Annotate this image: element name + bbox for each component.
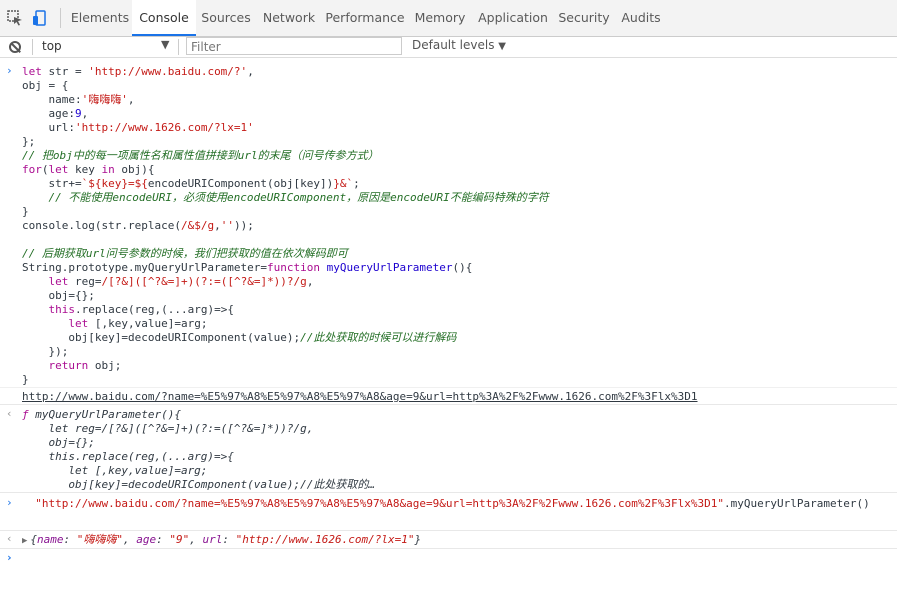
code-line: obj={};: [22, 436, 95, 449]
code-line: // 把obj中的每一项属性名和属性值拼接到url的末尾（问号传参方式）: [22, 149, 379, 162]
code-line: for(let key in obj){: [22, 163, 155, 176]
tab-memory[interactable]: Memory: [410, 0, 470, 36]
prop-value: "9": [169, 533, 190, 546]
function-result-preview[interactable]: ƒ myQueryUrlParameter(){ let reg=/[?&]([…: [22, 408, 897, 492]
context-dropdown-icon[interactable]: ▼: [161, 38, 169, 51]
filter-input[interactable]: Filter: [186, 37, 402, 55]
code-line: let str = 'http://www.baidu.com/?',: [22, 65, 254, 78]
filter-separator: [178, 39, 179, 55]
result-prompt-icon: ‹: [6, 532, 13, 545]
code-line: }: [22, 373, 29, 386]
log-levels-dropdown[interactable]: Default levels ▼: [412, 38, 506, 52]
console-messages: › let str = 'http://www.baidu.com/?', ob…: [0, 58, 897, 569]
tab-console[interactable]: Console: [132, 0, 196, 36]
prop-value: "嗨嗨嗨": [76, 533, 124, 546]
object-result-preview[interactable]: ▶ {name: "嗨嗨嗨", age: "9", url: "http://ww…: [22, 533, 897, 548]
code-line: this.replace(reg,(...arg)=>{: [22, 450, 234, 463]
tab-network[interactable]: Network: [259, 0, 319, 36]
console-log-entry: http://www.baidu.com/?name=%E5%97%A8%E5%…: [0, 388, 897, 405]
code-line: // 不能使用encodeURI，必须使用encodeURIComponent，…: [22, 191, 549, 204]
console-input-code: "http://www.baidu.com/?name=%E5%97%A8%E5…: [22, 497, 897, 511]
code-line: obj={};: [22, 289, 95, 302]
prop-key: url: [202, 533, 223, 546]
context-selector[interactable]: top: [42, 39, 62, 53]
code-line: console.log(str.replace(/&$/g,''));: [22, 219, 254, 232]
log-url-text[interactable]: http://www.baidu.com/?name=%E5%97%A8%E5%…: [22, 390, 698, 403]
code-line: let [,key,value]=arg;: [68, 317, 208, 330]
devtools-toolbar: Elements Console Sources Network Perform…: [0, 0, 897, 37]
tab-application[interactable]: Application: [474, 0, 552, 36]
code-line: obj[key]=decodeURIComponent(value);//此处获…: [22, 331, 457, 344]
input-prompt-icon: ›: [6, 64, 13, 77]
console-result-entry[interactable]: ‹ ▶ {name: "嗨嗨嗨", age: "9", url: "http://…: [0, 531, 897, 549]
code-line: str+=`${key}=${encodeURIComponent(obj[ke…: [22, 177, 360, 190]
input-prompt-icon: ›: [6, 496, 13, 509]
console-input-code: let str = 'http://www.baidu.com/?', obj …: [22, 65, 897, 387]
code-line: let [,key,value]=arg;: [22, 464, 208, 477]
result-prompt-icon: ‹: [6, 407, 13, 420]
code-line: obj[key]=decodeURIComponent(value);//此处获…: [22, 478, 376, 491]
code-line: let reg=/[?&]([^?&=]+)(?:=([^?&=]*))?/g,: [48, 275, 314, 288]
prompt-caret-icon: ›: [6, 551, 13, 564]
expand-triangle-icon[interactable]: ▶: [22, 534, 27, 548]
code-line: String.prototype.myQueryUrlParameter=fun…: [22, 261, 473, 274]
code-line: ƒ myQueryUrlParameter(){: [22, 408, 181, 421]
console-result-entry[interactable]: ‹ ƒ myQueryUrlParameter(){ let reg=/[?&]…: [0, 405, 897, 493]
code-line: let reg=/[?&]([^?&=]+)(?:=([^?&=]*))?/g,: [22, 422, 314, 435]
tab-sources[interactable]: Sources: [196, 0, 256, 36]
method-call: .myQueryUrlParameter(): [724, 497, 870, 510]
code-line: url:'http://www.1626.com/?lx=1': [22, 121, 254, 134]
log-levels-label: Default levels: [412, 38, 495, 52]
url-string-literal: "http://www.baidu.com/?name=%E5%97%A8%E5…: [35, 497, 724, 510]
inspect-element-icon[interactable]: [7, 10, 23, 26]
tab-audits[interactable]: Audits: [617, 0, 665, 36]
code-line: return obj;: [48, 359, 122, 372]
prop-key: age: [136, 533, 157, 546]
console-prompt[interactable]: ›: [0, 549, 897, 569]
code-line: }: [22, 205, 29, 218]
brace: }: [414, 533, 422, 546]
tab-security[interactable]: Security: [556, 0, 612, 36]
toolbar-separator: [60, 8, 61, 28]
code-line: };: [22, 135, 36, 148]
filter-separator: [32, 39, 33, 55]
device-toolbar-icon[interactable]: [32, 10, 48, 26]
console-filter-bar: top ▼ Filter Default levels ▼: [0, 37, 897, 58]
console-input-entry[interactable]: › let str = 'http://www.baidu.com/?', ob…: [0, 58, 897, 388]
code-line: obj = {: [22, 79, 69, 92]
code-line: // 后期获取url问号参数的时候，我们把获取的值在依次解码即可: [22, 247, 348, 260]
console-input-entry[interactable]: › "http://www.baidu.com/?name=%E5%97%A8%…: [0, 493, 897, 531]
code-line: name:'嗨嗨嗨',: [22, 93, 135, 106]
prop-value: "http://www.1626.com/?lx=1": [235, 533, 415, 546]
levels-dropdown-icon: ▼: [498, 41, 506, 52]
tab-performance[interactable]: Performance: [324, 0, 406, 36]
clear-console-icon[interactable]: [9, 41, 21, 53]
code-line: age:9,: [22, 107, 89, 120]
code-line: });: [22, 345, 69, 358]
prop-key: name: [37, 533, 64, 546]
code-line: this.replace(reg,(...arg)=>{: [48, 303, 234, 316]
log-url-link[interactable]: http://www.baidu.com/?name=%E5%97%A8%E5%…: [22, 390, 897, 404]
tab-elements[interactable]: Elements: [68, 0, 132, 36]
